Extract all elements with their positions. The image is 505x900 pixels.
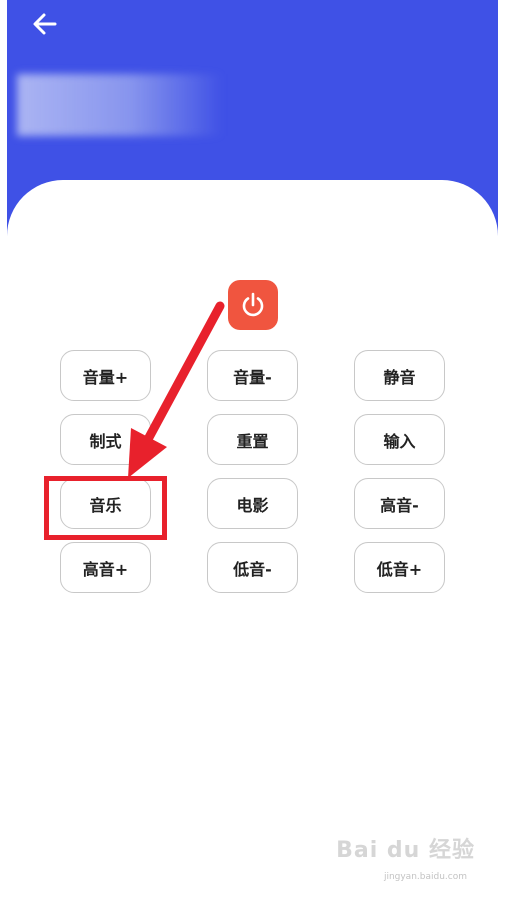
volume-up-button[interactable]: 音量+ — [60, 350, 151, 401]
reset-button[interactable]: 重置 — [207, 414, 298, 465]
treble-down-button[interactable]: 高音- — [354, 478, 445, 529]
remote-button-grid: 音量+ 音量- 静音 制式 重置 输入 音乐 电影 高音- 高音+ 低音- 低音… — [60, 350, 445, 593]
treble-up-button[interactable]: 高音+ — [60, 542, 151, 593]
blurred-title — [17, 74, 223, 136]
music-button[interactable]: 音乐 — [60, 478, 151, 529]
volume-down-button[interactable]: 音量- — [207, 350, 298, 401]
mute-button[interactable]: 静音 — [354, 350, 445, 401]
back-button[interactable] — [29, 8, 61, 40]
watermark: Bai du 经验 — [336, 838, 475, 863]
power-icon — [242, 292, 264, 317]
bass-up-button[interactable]: 低音+ — [354, 542, 445, 593]
movie-button[interactable]: 电影 — [207, 478, 298, 529]
arrow-left-icon — [33, 13, 57, 35]
watermark-url: jingyan.baidu.com — [383, 872, 467, 882]
input-button[interactable]: 输入 — [354, 414, 445, 465]
power-button[interactable] — [228, 280, 278, 330]
bass-down-button[interactable]: 低音- — [207, 542, 298, 593]
format-button[interactable]: 制式 — [60, 414, 151, 465]
